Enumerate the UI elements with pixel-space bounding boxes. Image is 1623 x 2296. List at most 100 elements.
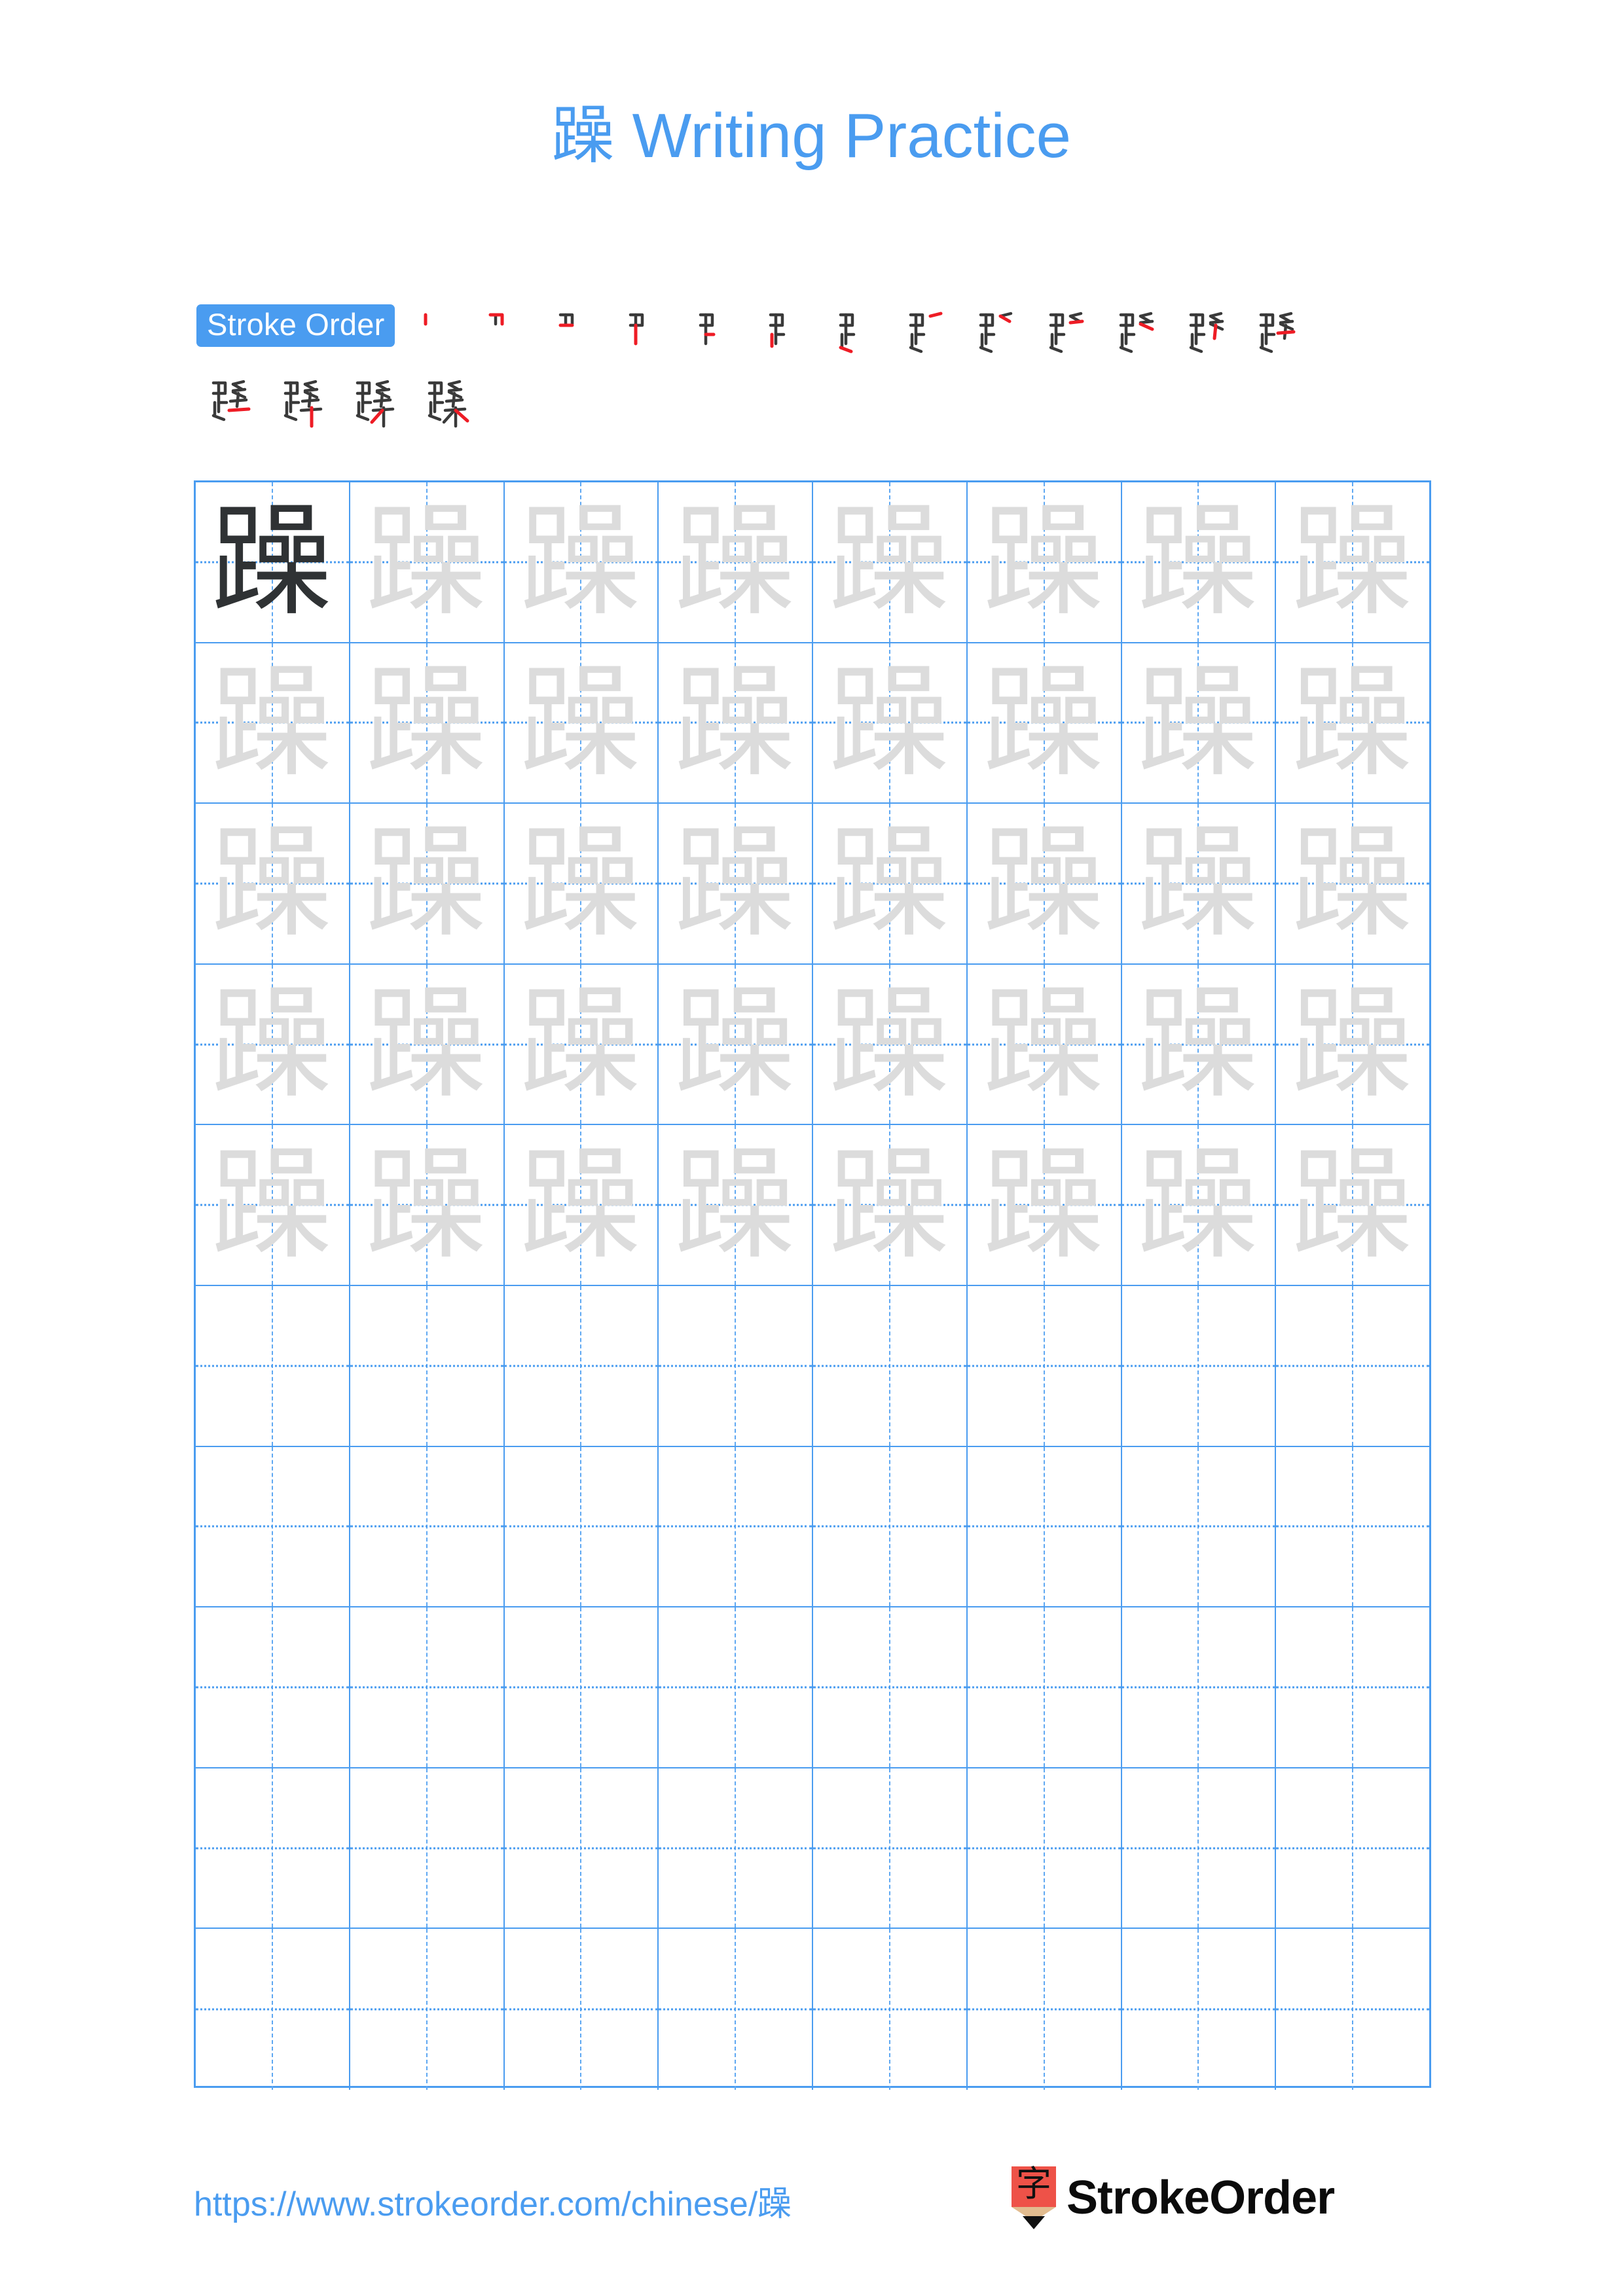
practice-cell[interactable]: 躁 bbox=[350, 1125, 505, 1285]
practice-cell[interactable]: 躁 bbox=[196, 804, 350, 963]
practice-cell[interactable] bbox=[813, 1768, 968, 1928]
practice-cell[interactable]: 躁 bbox=[967, 482, 1122, 642]
practice-cell[interactable] bbox=[350, 1607, 505, 1767]
practice-cell[interactable] bbox=[967, 1607, 1122, 1767]
practice-cell[interactable] bbox=[504, 1607, 659, 1767]
practice-cell[interactable] bbox=[967, 1285, 1122, 1446]
practice-cell[interactable]: 躁 bbox=[196, 643, 350, 803]
practice-cell[interactable] bbox=[967, 1929, 1122, 2090]
practice-cell[interactable]: 躁 bbox=[813, 964, 968, 1124]
brand-logo-group: 字 StrokeOrder bbox=[1012, 2166, 1335, 2229]
practice-cell[interactable]: 躁 bbox=[659, 1125, 813, 1285]
practice-cell[interactable] bbox=[813, 1929, 968, 2090]
practice-cell[interactable] bbox=[350, 1929, 505, 2090]
practice-cell[interactable] bbox=[196, 1768, 350, 1928]
practice-cell[interactable] bbox=[1276, 1446, 1429, 1607]
cell-horizontal-guide bbox=[1122, 1365, 1275, 1367]
practice-cell[interactable] bbox=[1276, 1768, 1429, 1928]
practice-cell[interactable]: 躁 bbox=[504, 1125, 659, 1285]
practice-cell[interactable] bbox=[659, 1285, 813, 1446]
practice-cell[interactable] bbox=[350, 1446, 505, 1607]
practice-cell[interactable]: 躁 bbox=[1276, 964, 1429, 1124]
trace-character: 躁 bbox=[520, 973, 642, 1115]
practice-cell[interactable]: 躁 bbox=[196, 482, 350, 642]
practice-cell[interactable] bbox=[967, 1768, 1122, 1928]
practice-cell[interactable] bbox=[813, 1607, 968, 1767]
practice-cell[interactable]: 躁 bbox=[1122, 964, 1277, 1124]
practice-cell[interactable]: 躁 bbox=[350, 643, 505, 803]
cell-horizontal-guide bbox=[659, 1686, 812, 1689]
practice-cell[interactable]: 躁 bbox=[813, 482, 968, 642]
practice-cell[interactable]: 躁 bbox=[1122, 804, 1277, 963]
practice-cell[interactable] bbox=[659, 1768, 813, 1928]
practice-cell[interactable] bbox=[1122, 1929, 1277, 2090]
trace-character: 躁 bbox=[520, 651, 642, 793]
practice-cell[interactable] bbox=[813, 1446, 968, 1607]
practice-cell[interactable]: 躁 bbox=[659, 964, 813, 1124]
practice-cell[interactable] bbox=[967, 1446, 1122, 1607]
practice-cell[interactable]: 躁 bbox=[659, 482, 813, 642]
practice-cell[interactable] bbox=[196, 1607, 350, 1767]
practice-cell[interactable]: 躁 bbox=[659, 804, 813, 963]
stroke-order-badge: Stroke Order bbox=[196, 304, 395, 347]
practice-cell[interactable]: 躁 bbox=[504, 964, 659, 1124]
practice-cell[interactable]: 躁 bbox=[813, 643, 968, 803]
practice-cell[interactable]: 躁 bbox=[813, 804, 968, 963]
practice-cell[interactable] bbox=[1122, 1607, 1277, 1767]
practice-cell[interactable] bbox=[504, 1929, 659, 2090]
practice-row bbox=[196, 1285, 1429, 1447]
practice-cell[interactable]: 躁 bbox=[1276, 643, 1429, 803]
practice-cell[interactable] bbox=[659, 1607, 813, 1767]
practice-cell[interactable]: 躁 bbox=[350, 804, 505, 963]
trace-character: 躁 bbox=[674, 812, 796, 954]
practice-cell[interactable] bbox=[659, 1929, 813, 2090]
practice-cell[interactable] bbox=[196, 1285, 350, 1446]
cell-horizontal-guide bbox=[350, 1686, 503, 1689]
footer-url-link[interactable]: https://www.strokeorder.com/chinese/躁 bbox=[194, 2176, 792, 2225]
practice-cell[interactable] bbox=[196, 1929, 350, 2090]
practice-cell[interactable]: 躁 bbox=[659, 643, 813, 803]
cell-horizontal-guide bbox=[1276, 1686, 1429, 1689]
practice-cell[interactable] bbox=[196, 1446, 350, 1607]
stroke-step-5 bbox=[686, 304, 744, 367]
practice-cell[interactable]: 躁 bbox=[504, 804, 659, 963]
practice-cell[interactable] bbox=[813, 1285, 968, 1446]
practice-cell[interactable] bbox=[350, 1768, 505, 1928]
practice-cell[interactable]: 躁 bbox=[967, 1125, 1122, 1285]
trace-character: 躁 bbox=[1292, 973, 1413, 1115]
practice-cell[interactable]: 躁 bbox=[196, 964, 350, 1124]
cell-horizontal-guide bbox=[350, 1847, 503, 1850]
practice-cell[interactable] bbox=[1122, 1285, 1277, 1446]
practice-cell[interactable]: 躁 bbox=[1276, 804, 1429, 963]
practice-cell[interactable]: 躁 bbox=[967, 964, 1122, 1124]
practice-cell[interactable] bbox=[1276, 1607, 1429, 1767]
practice-cell[interactable]: 躁 bbox=[504, 482, 659, 642]
practice-cell[interactable] bbox=[504, 1768, 659, 1928]
practice-cell[interactable]: 躁 bbox=[1276, 1125, 1429, 1285]
practice-cell[interactable] bbox=[350, 1285, 505, 1446]
cell-horizontal-guide bbox=[196, 2008, 349, 2011]
stroke-step-4 bbox=[616, 304, 674, 367]
practice-cell[interactable]: 躁 bbox=[1276, 482, 1429, 642]
practice-cell[interactable]: 躁 bbox=[1122, 482, 1277, 642]
practice-cell[interactable]: 躁 bbox=[1122, 643, 1277, 803]
practice-cell[interactable]: 躁 bbox=[967, 804, 1122, 963]
model-character: 躁 bbox=[211, 491, 333, 633]
practice-cell[interactable]: 躁 bbox=[813, 1125, 968, 1285]
practice-cell[interactable]: 躁 bbox=[504, 643, 659, 803]
stroke-step-2 bbox=[476, 304, 534, 367]
practice-cell[interactable]: 躁 bbox=[350, 482, 505, 642]
practice-row bbox=[196, 1768, 1429, 1929]
practice-cell[interactable]: 躁 bbox=[350, 964, 505, 1124]
practice-cell[interactable]: 躁 bbox=[1122, 1125, 1277, 1285]
practice-cell[interactable] bbox=[1276, 1285, 1429, 1446]
practice-cell[interactable]: 躁 bbox=[967, 643, 1122, 803]
practice-cell[interactable] bbox=[1122, 1446, 1277, 1607]
practice-cell[interactable] bbox=[1276, 1929, 1429, 2090]
practice-cell[interactable] bbox=[1122, 1768, 1277, 1928]
practice-grid: 躁躁躁躁躁躁躁躁躁躁躁躁躁躁躁躁躁躁躁躁躁躁躁躁躁躁躁躁躁躁躁躁躁躁躁躁躁躁躁躁 bbox=[194, 480, 1431, 2090]
practice-cell[interactable] bbox=[659, 1446, 813, 1607]
practice-cell[interactable] bbox=[504, 1446, 659, 1607]
practice-cell[interactable]: 躁 bbox=[196, 1125, 350, 1285]
practice-cell[interactable] bbox=[504, 1285, 659, 1446]
